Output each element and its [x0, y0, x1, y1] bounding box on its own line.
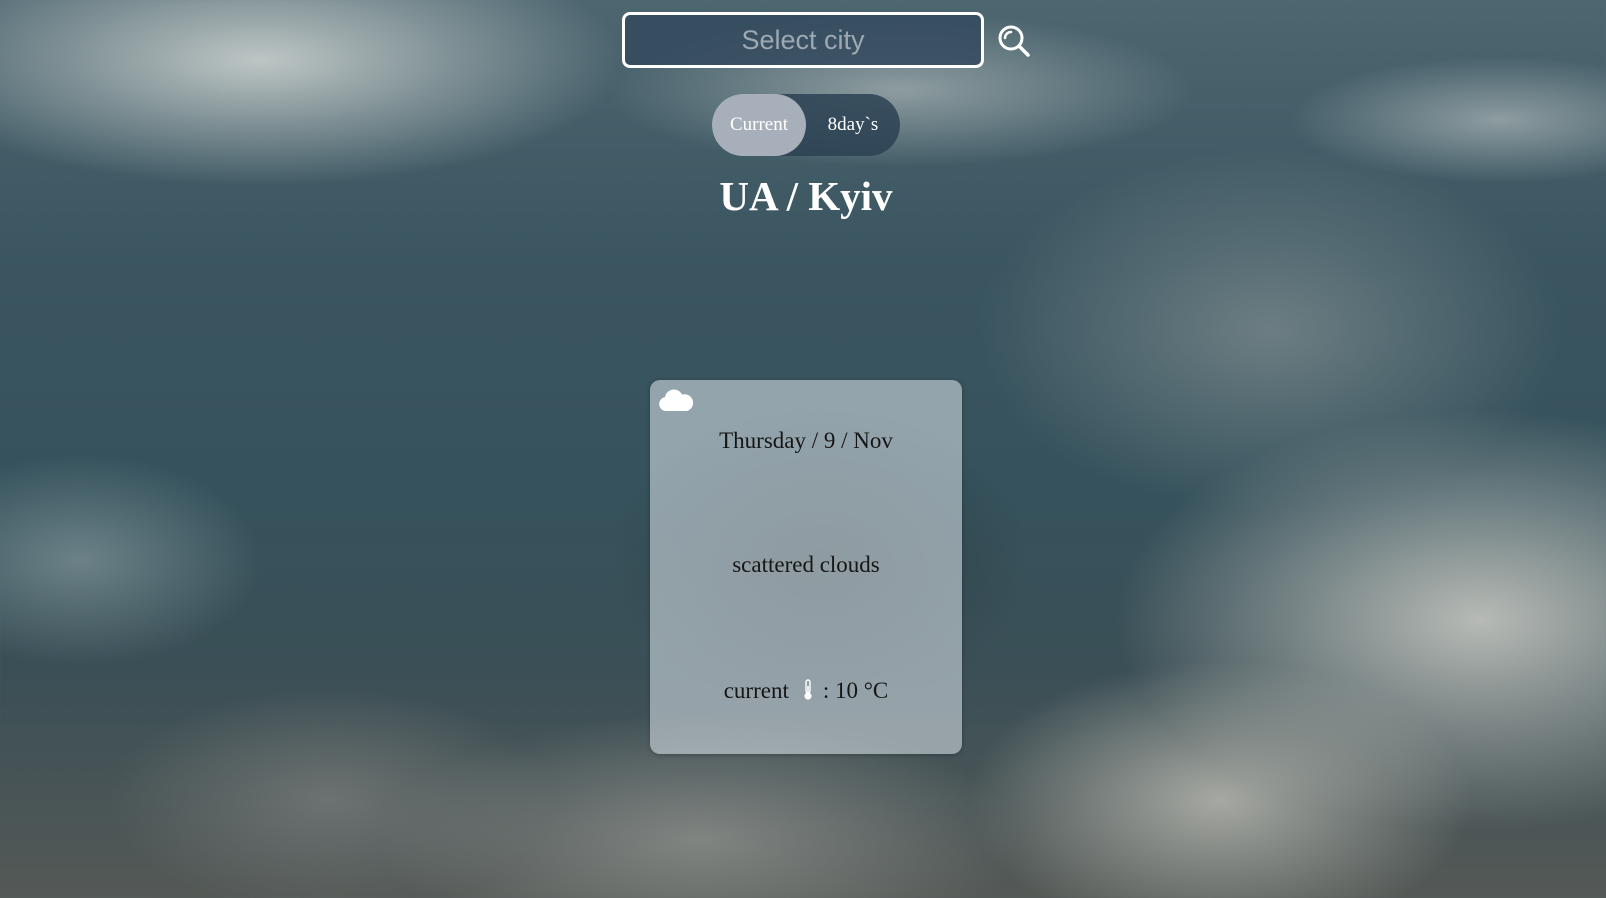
current-temperature: current : 10 °C	[650, 678, 962, 704]
search-button[interactable]	[996, 23, 1032, 59]
tab-8-days[interactable]: 8day`s	[806, 94, 900, 156]
city-search-input[interactable]	[622, 12, 984, 68]
temperature-prefix: current	[723, 678, 789, 703]
view-toggle: Current 8day`s	[712, 94, 900, 156]
tab-current[interactable]: Current	[712, 94, 806, 156]
weather-card: Thursday / 9 / Nov scattered clouds curr…	[650, 380, 962, 754]
thermometer-icon	[804, 679, 812, 700]
search-bar	[622, 12, 1042, 72]
forecast-date: Thursday / 9 / Nov	[719, 428, 893, 453]
cloud-icon	[659, 389, 694, 411]
temperature-value: : 10 °C	[822, 678, 889, 703]
search-icon	[998, 25, 1030, 57]
location-title: UA / Kyiv	[719, 173, 893, 219]
weather-description: scattered clouds	[732, 552, 880, 577]
